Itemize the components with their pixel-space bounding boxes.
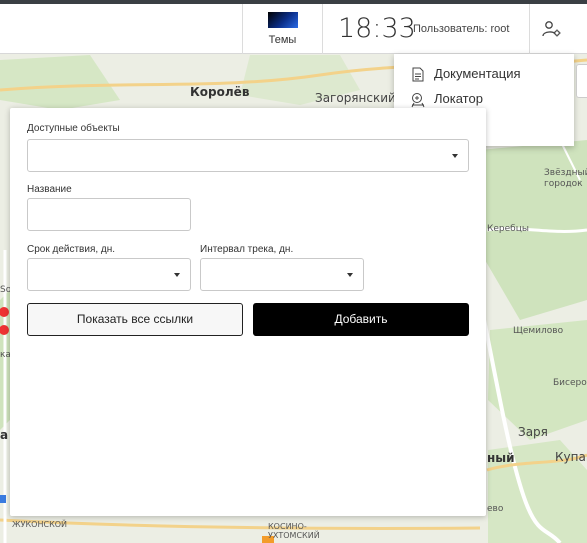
available-objects-label: Доступные объекты <box>27 123 120 134</box>
map-label: Бисеро <box>553 378 587 388</box>
share-link-form: Доступные объекты Название Срок действия… <box>10 108 486 516</box>
map-label: КОСИНО-УХТОМСКИЙ <box>268 522 320 540</box>
chevron-down-icon <box>347 272 353 277</box>
validity-days-select[interactable] <box>27 258 191 291</box>
map-label: ЖУКОНСКОЙ <box>12 520 68 529</box>
track-interval-label: Интервал трека, дн. <box>200 244 294 255</box>
menu-item-label: Документация <box>434 66 521 81</box>
name-input[interactable] <box>27 198 191 231</box>
add-button[interactable]: Добавить <box>253 303 469 336</box>
map-label: ный <box>487 451 515 465</box>
map-label: Керебцы <box>487 224 529 234</box>
theme-swatch-icon <box>268 12 298 28</box>
map-label: ево <box>487 504 504 514</box>
divider <box>322 4 323 54</box>
available-objects-select[interactable] <box>27 139 469 172</box>
map-label: а <box>0 428 9 442</box>
map-label: Звёздный городок <box>544 168 587 189</box>
themes-label: Темы <box>268 34 297 46</box>
chevron-down-icon <box>174 272 180 277</box>
map-label: Королёв <box>190 85 250 99</box>
map-label: Заря <box>518 425 548 439</box>
user-settings-icon <box>542 21 561 37</box>
themes-button[interactable]: Темы <box>243 4 322 54</box>
user-settings-button[interactable] <box>530 4 574 54</box>
show-all-links-button[interactable]: Показать все ссылки <box>27 303 243 336</box>
name-label: Название <box>27 184 72 195</box>
chevron-down-icon <box>452 153 458 158</box>
menu-item-documentation[interactable]: Документация <box>406 63 571 87</box>
map-label: Загорянский <box>315 91 396 105</box>
map-control-button[interactable] <box>576 64 587 98</box>
track-interval-select[interactable] <box>200 258 364 291</box>
current-user: Пользователь: root <box>413 23 510 35</box>
document-icon <box>412 67 424 82</box>
map-label: Щемилово <box>513 326 564 336</box>
clock: 18:33 <box>338 13 416 44</box>
validity-days-label: Срок действия, дн. <box>27 244 116 255</box>
menu-item-label: Локатор <box>434 91 483 106</box>
locator-icon <box>411 93 425 108</box>
map-label: Купав <box>555 450 587 464</box>
